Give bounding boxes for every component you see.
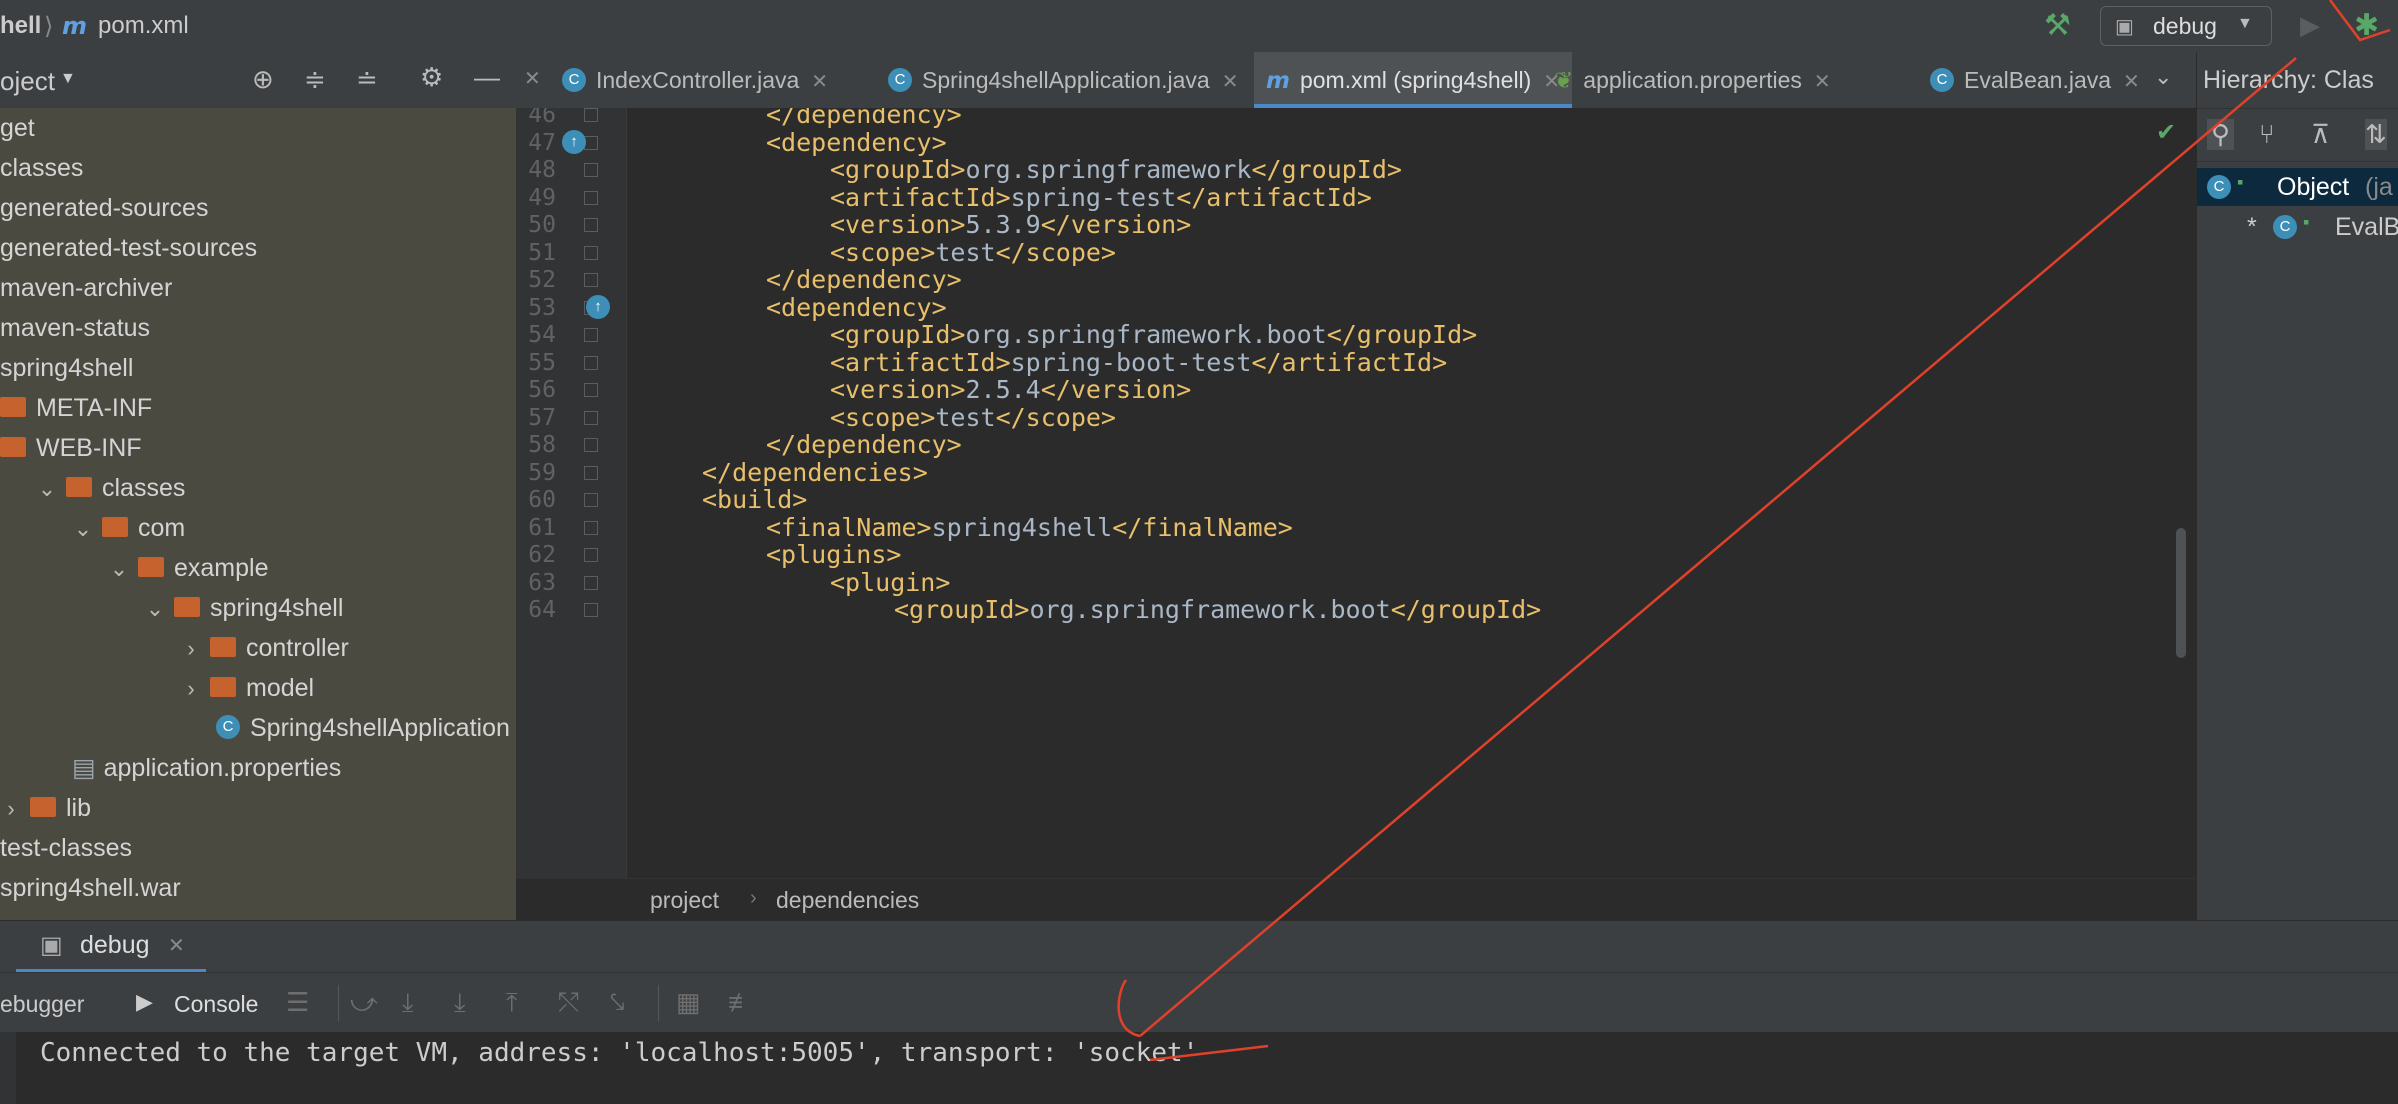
annotation-arrow [1117, 0, 2391, 1062]
